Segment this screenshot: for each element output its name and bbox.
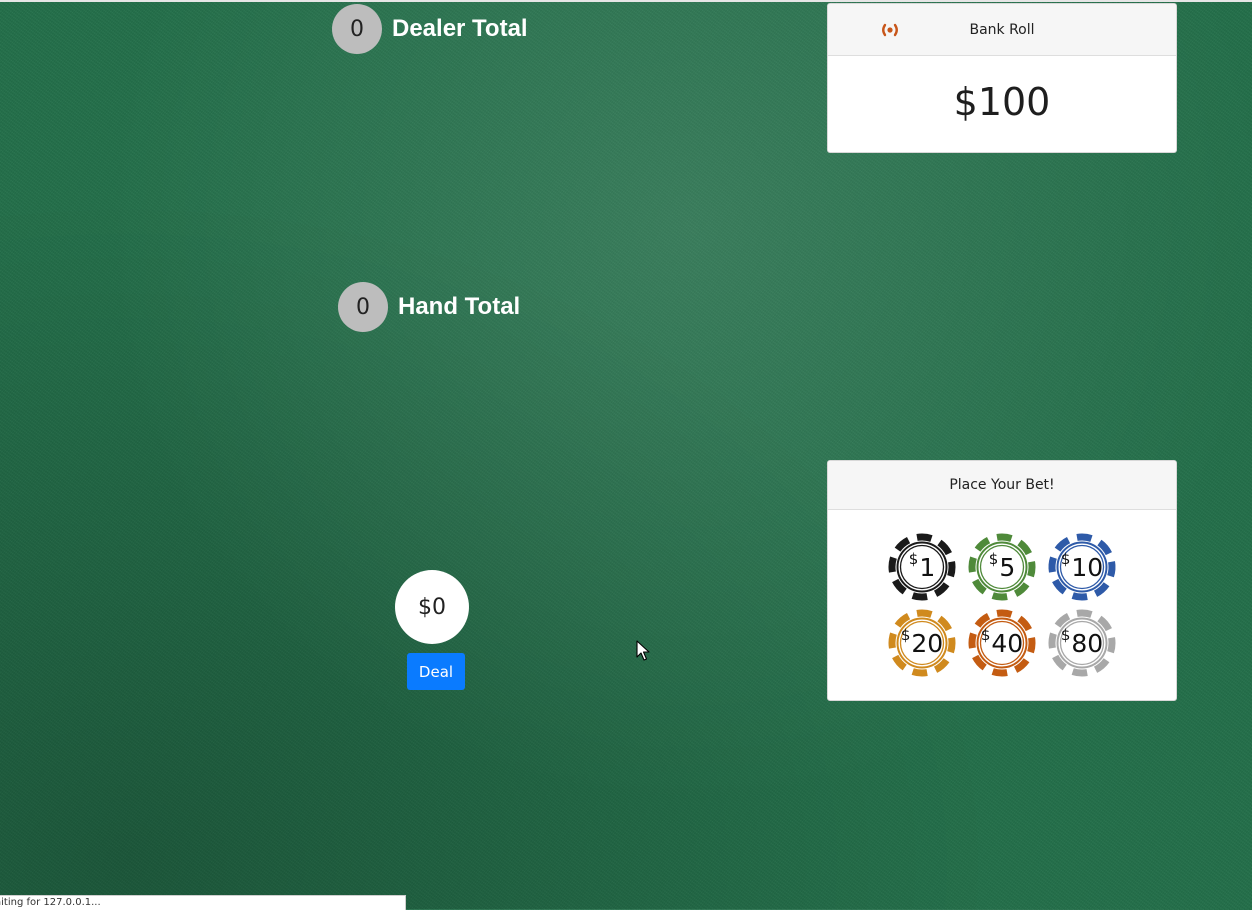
mouse-pointer-icon	[636, 640, 650, 661]
chip-value: 20	[911, 628, 944, 658]
deal-button[interactable]: Deal	[407, 653, 465, 690]
chip-value: 1	[919, 552, 936, 582]
bet-title: Place Your Bet!	[949, 477, 1055, 493]
hand-total-badge: 0	[338, 282, 388, 332]
status-text: aiting for 127.0.0.1...	[0, 897, 101, 908]
chip-value: 80	[1071, 628, 1104, 658]
bankroll-header: Bank Roll	[828, 4, 1176, 56]
dealer-total-label: Dealer Total	[392, 15, 528, 42]
chip-currency: $	[908, 550, 919, 568]
current-bet-display: $0	[395, 570, 469, 644]
chip-10-button[interactable]: $10	[1047, 532, 1117, 602]
chip-currency: $	[988, 550, 999, 568]
dealer-total-row: 0 Dealer Total	[332, 4, 528, 54]
broadcast-icon	[876, 20, 904, 40]
chip-20-button[interactable]: $20	[887, 608, 957, 678]
bet-header: Place Your Bet!	[828, 461, 1176, 510]
bankroll-amount: $100	[953, 80, 1051, 124]
bet-card: Place Your Bet! $1 $5 $10 $20 $40 $80	[827, 460, 1177, 701]
chip-80-button[interactable]: $80	[1047, 608, 1117, 678]
chip-value: 40	[991, 628, 1024, 658]
chip-40-button[interactable]: $40	[967, 608, 1037, 678]
bankroll-card: Bank Roll $100	[827, 3, 1177, 153]
chip-5-button[interactable]: $5	[967, 532, 1037, 602]
dealer-total-badge: 0	[332, 4, 382, 54]
chip-currency: $	[980, 626, 991, 644]
bet-area: $0 Deal	[395, 570, 469, 690]
browser-top-edge	[0, 0, 1252, 2]
chip-currency: $	[1060, 550, 1071, 568]
chip-value: 5	[999, 552, 1016, 582]
chip-value: 10	[1071, 552, 1104, 582]
chip-currency: $	[1060, 626, 1071, 644]
browser-status-bar: aiting for 127.0.0.1...	[0, 895, 406, 910]
chip-currency: $	[900, 626, 911, 644]
bankroll-title: Bank Roll	[969, 21, 1035, 38]
chip-grid: $1 $5 $10 $20 $40 $80	[828, 510, 1176, 678]
hand-total-row: 0 Hand Total	[338, 282, 520, 332]
hand-total-label: Hand Total	[398, 293, 521, 320]
chip-1-button[interactable]: $1	[887, 532, 957, 602]
